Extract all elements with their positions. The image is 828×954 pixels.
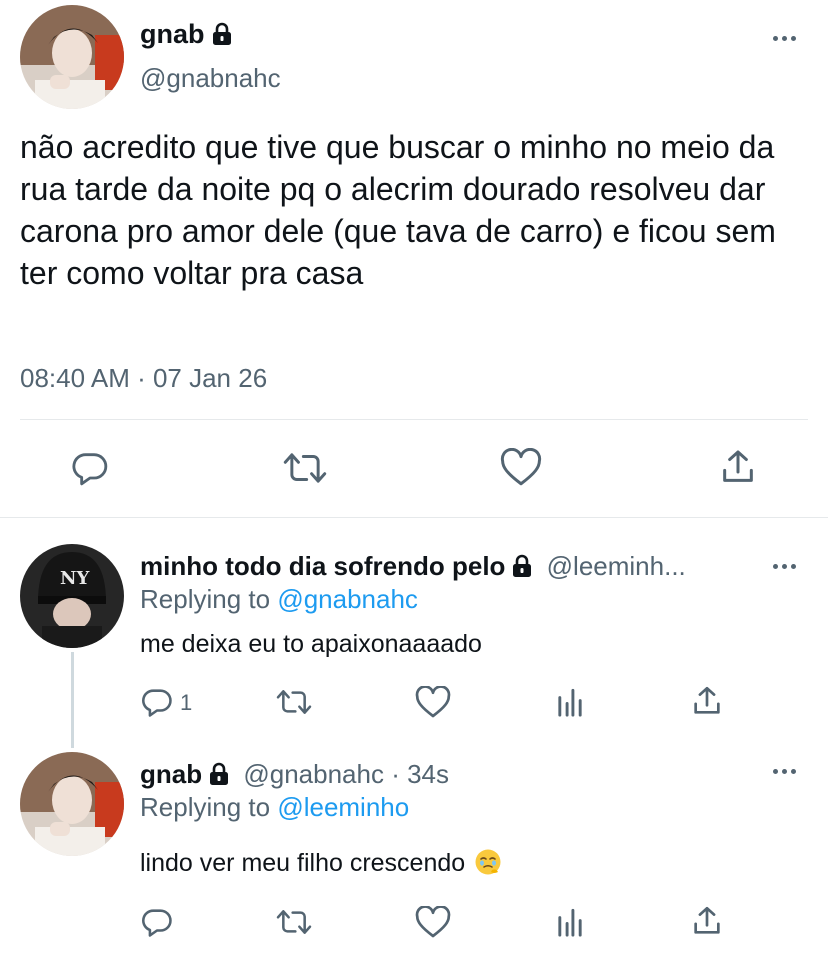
more-options-button[interactable] [773,564,796,569]
mention-link[interactable]: @gnabnahc [277,584,418,614]
display-name[interactable]: gnab [140,759,202,789]
retweet-icon[interactable] [282,448,328,488]
reply-icon[interactable] [140,905,174,939]
retweet-icon[interactable] [275,906,313,938]
reply-header: minho todo dia sofrendo pelo @leeminh... [140,551,686,582]
face-holding-back-tears-emoji [475,849,501,875]
mention-link[interactable]: @leeminho [277,792,409,822]
lock-icon [210,762,229,785]
share-icon[interactable] [690,904,724,938]
handle[interactable]: @gnabnahc [140,63,281,94]
share-icon[interactable] [718,446,758,488]
divider [0,517,828,518]
svg-text:NY: NY [60,568,90,589]
reply-icon[interactable] [70,448,110,488]
reply-icon[interactable] [140,685,174,719]
analytics-icon[interactable] [555,686,585,718]
avatar[interactable] [20,752,124,856]
replying-label: Replying to [140,792,271,822]
more-options-button[interactable] [773,769,796,774]
avatar[interactable] [20,5,124,109]
tweet-text: me deixa eu to apaixonaaaado [140,630,482,658]
tweet-text-wrap: lindo ver meu filho crescendo [140,848,502,878]
timestamp[interactable]: 08:40 AM · 07 Jan 26 [20,363,267,394]
replying-label: Replying to [140,584,271,614]
display-name[interactable]: gnab [140,19,233,50]
handle[interactable]: @leeminh... [547,551,686,581]
like-icon[interactable] [415,906,451,939]
relative-time[interactable]: · 34s [391,759,449,789]
lock-icon [513,554,532,577]
tweet-text: lindo ver meu filho crescendo [140,849,466,877]
reply-header: gnab @gnabnahc · 34s [140,759,449,790]
tweet-text: não acredito que tive que buscar o minho… [20,129,776,291]
retweet-icon[interactable] [275,686,313,718]
divider [20,419,808,420]
avatar[interactable]: NY [20,544,124,648]
thread-line [71,652,74,748]
analytics-icon[interactable] [555,906,585,938]
replying-to: Replying to @leeminho [140,792,409,823]
handle[interactable]: @gnabnahc [243,759,384,789]
lock-icon [212,22,231,45]
more-options-button[interactable] [773,36,796,41]
share-icon[interactable] [690,684,724,718]
reply-count: 1 [180,690,193,715]
like-icon[interactable] [500,448,542,488]
display-name[interactable]: minho todo dia sofrendo pelo [140,551,505,581]
display-name-text: gnab [140,19,205,49]
like-icon[interactable] [415,686,451,719]
replying-to: Replying to @gnabnahc [140,584,418,615]
